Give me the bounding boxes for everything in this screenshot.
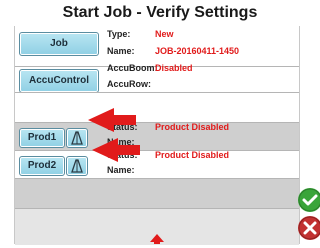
accuboom-label: AccuBoom: bbox=[107, 63, 158, 73]
job-button[interactable]: Job bbox=[19, 32, 99, 56]
close-icon bbox=[298, 216, 320, 240]
accucontrol-button[interactable]: AccuControl bbox=[19, 69, 99, 93]
prod1-status-value: Product Disabled bbox=[155, 122, 230, 132]
funnel-icon bbox=[71, 131, 83, 145]
accuboom-value: Disabled bbox=[155, 63, 193, 73]
empty-row bbox=[15, 92, 299, 123]
prod2-funnel-button[interactable] bbox=[66, 156, 88, 176]
job-type-value: New bbox=[155, 29, 174, 39]
check-icon bbox=[298, 188, 320, 212]
job-name-label: Name: bbox=[107, 46, 135, 56]
prod1-button[interactable]: Prod1 bbox=[19, 128, 65, 148]
prod2-button[interactable]: Prod2 bbox=[19, 156, 65, 176]
accurow-label: AccuRow: bbox=[107, 79, 152, 89]
prod2-name-label: Name: bbox=[107, 165, 135, 175]
product-row-1: Prod1 Status: Product Disabled Name: bbox=[15, 122, 299, 151]
accucontrol-row: AccuControl AccuBoom: Disabled AccuRow: bbox=[15, 63, 299, 93]
job-type-label: Type: bbox=[107, 29, 131, 39]
job-name-value: JOB-20160411-1450 bbox=[155, 46, 240, 56]
prod1-funnel-button[interactable] bbox=[66, 128, 88, 148]
red-arrow-icon bbox=[150, 234, 164, 244]
empty-row bbox=[15, 178, 299, 209]
product-row-2: Prod2 Status: Product Disabled Name: bbox=[15, 150, 299, 179]
cancel-button[interactable] bbox=[298, 216, 320, 240]
page-title: Start Job - Verify Settings bbox=[0, 0, 320, 26]
job-row: Job Type: New Name: JOB-20160411-1450 bbox=[15, 26, 299, 66]
prod2-status-value: Product Disabled bbox=[155, 150, 230, 160]
settings-panel: Job Type: New Name: JOB-20160411-1450 Ac… bbox=[14, 26, 300, 245]
red-arrow-icon bbox=[88, 108, 136, 132]
confirm-button[interactable] bbox=[298, 188, 320, 212]
funnel-icon bbox=[71, 159, 83, 173]
red-arrow-icon bbox=[92, 138, 140, 162]
